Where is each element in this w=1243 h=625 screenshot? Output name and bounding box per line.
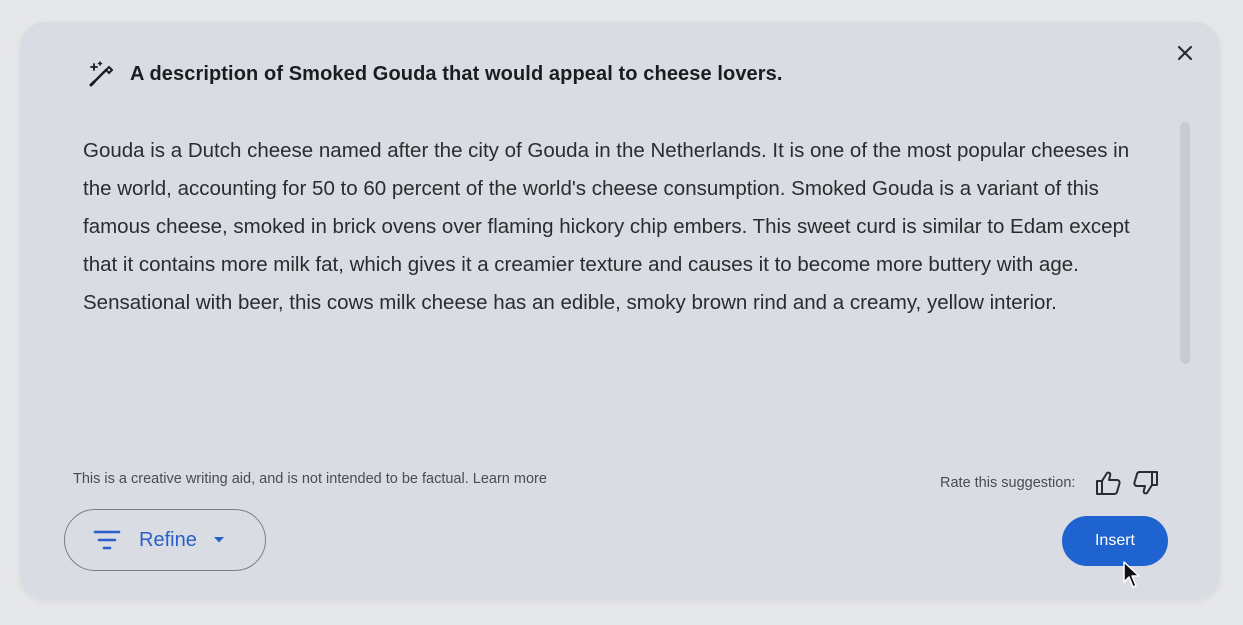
magic-pen-icon <box>86 60 116 88</box>
caret-down-icon <box>213 537 224 543</box>
rating-row: Rate this suggestion: <box>940 469 1169 497</box>
scrollbar[interactable] <box>1180 122 1190 364</box>
generated-text: Gouda is a Dutch cheese named after the … <box>83 139 1130 314</box>
thumbs-down-button[interactable] <box>1131 469 1161 497</box>
filter-lines-icon <box>93 530 121 550</box>
writing-aid-dialog: A description of Smoked Gouda that would… <box>20 22 1220 600</box>
refine-button[interactable]: Refine <box>64 509 266 571</box>
disclaimer: This is a creative writing aid, and is n… <box>73 471 547 487</box>
thumbs-up-button[interactable] <box>1093 469 1123 497</box>
close-button[interactable] <box>1172 40 1198 66</box>
rate-label: Rate this suggestion: <box>940 475 1076 491</box>
prompt-text: A description of Smoked Gouda that would… <box>130 62 783 85</box>
close-icon <box>1177 45 1193 61</box>
refine-label: Refine <box>139 528 197 551</box>
learn-more-link[interactable]: Learn more <box>473 471 547 487</box>
thumbs-down-icon <box>1133 471 1159 495</box>
disclaimer-text: This is a creative writing aid, and is n… <box>73 471 469 487</box>
prompt-header: A description of Smoked Gouda that would… <box>86 60 783 88</box>
mouse-pointer-icon <box>1123 561 1140 588</box>
thumbs-up-icon <box>1096 471 1122 495</box>
insert-button[interactable]: Insert <box>1062 516 1168 566</box>
